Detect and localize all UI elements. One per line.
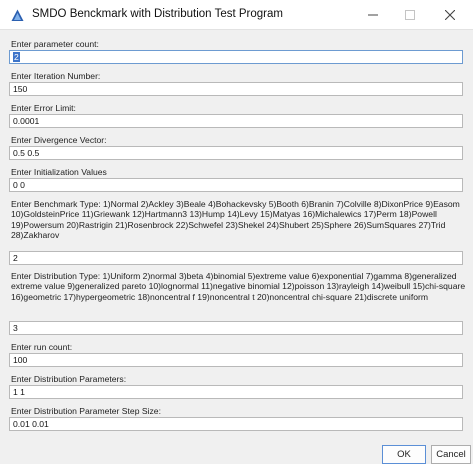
divergence-vector-label: Enter Divergence Vector: xyxy=(11,135,107,145)
iteration-number-input[interactable]: 150 xyxy=(9,82,463,96)
divergence-vector-input[interactable]: 0.5 0.5 xyxy=(9,146,463,160)
java-app-icon xyxy=(11,9,24,21)
ok-button[interactable]: OK xyxy=(382,445,426,464)
error-limit-input[interactable]: 0.0001 xyxy=(9,114,463,128)
run-count-input[interactable]: 100 xyxy=(9,353,463,367)
benchmark-type-input[interactable]: 2 xyxy=(9,251,463,265)
step-size-label: Enter Distribution Parameter Step Size: xyxy=(11,406,161,416)
distribution-type-input[interactable]: 3 xyxy=(9,321,463,335)
minimize-button[interactable] xyxy=(353,0,393,29)
parameter-count-input[interactable]: 2 xyxy=(9,50,463,64)
parameter-count-label: Enter parameter count: xyxy=(11,39,99,49)
minimize-icon xyxy=(368,14,378,15)
title-bar: SMDO Benckmark with Distribution Test Pr… xyxy=(0,0,473,30)
window-title: SMDO Benckmark with Distribution Test Pr… xyxy=(32,8,283,20)
cancel-button[interactable]: Cancel xyxy=(431,445,471,464)
error-limit-label: Enter Error Limit: xyxy=(11,103,76,113)
iteration-number-label: Enter Iteration Number: xyxy=(11,71,101,81)
maximize-button[interactable] xyxy=(390,0,430,29)
selected-text: 2 xyxy=(13,52,20,62)
step-size-input[interactable]: 0.01 0.01 xyxy=(9,417,463,431)
initialization-values-input[interactable]: 0 0 xyxy=(9,178,463,192)
initialization-values-label: Enter Initialization Values xyxy=(11,167,107,177)
distribution-parameters-label: Enter Distribution Parameters: xyxy=(11,374,127,384)
run-count-label: Enter run count: xyxy=(11,342,73,352)
benchmark-type-label: Enter Benchmark Type: 1)Normal 2)Ackley … xyxy=(11,199,460,240)
distribution-type-label: Enter Distribution Type: 1)Uniform 2)nor… xyxy=(11,271,466,302)
form-panel: Enter parameter count: 2 Enter Iteration… xyxy=(0,29,473,464)
close-button[interactable] xyxy=(430,0,470,29)
close-icon xyxy=(445,9,455,20)
distribution-parameters-input[interactable]: 1 1 xyxy=(9,385,463,399)
maximize-icon xyxy=(405,9,415,20)
